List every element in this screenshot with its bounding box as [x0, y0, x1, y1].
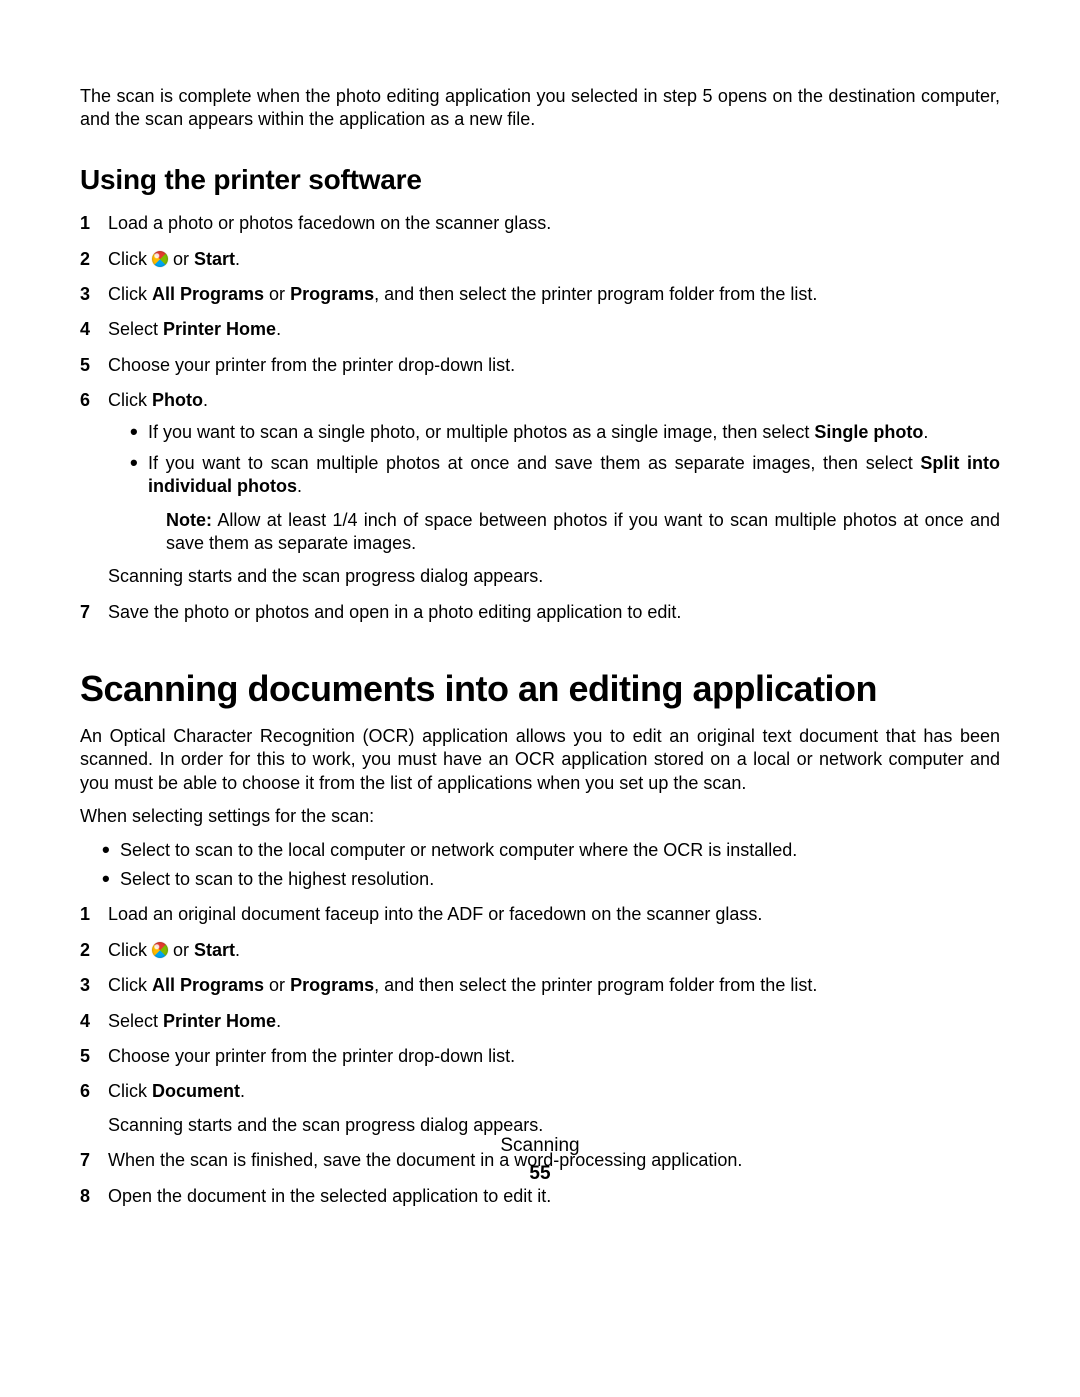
bullet-text: Select to scan to the local computer or … — [120, 840, 797, 860]
step-text: . — [240, 1081, 245, 1101]
step-text: Choose your printer from the printer dro… — [108, 355, 515, 375]
step-text: . — [203, 390, 208, 410]
bullet-text: . — [297, 476, 302, 496]
note-label: Note: — [166, 510, 212, 530]
step-item: Select Printer Home. — [80, 318, 1000, 341]
bold-text: Printer Home — [163, 319, 276, 339]
step-item: Load an original document faceup into th… — [80, 903, 1000, 926]
step-text: . — [235, 249, 240, 269]
bold-text: All Programs — [152, 975, 264, 995]
step-item: Choose your printer from the printer dro… — [80, 1045, 1000, 1068]
step-text: Click — [108, 390, 152, 410]
step-text: Select — [108, 319, 163, 339]
bullet-item: Select to scan to the local computer or … — [102, 839, 1000, 862]
bold-text: Single photo — [814, 422, 923, 442]
bold-text: Programs — [290, 975, 374, 995]
step-item: Click All Programs or Programs, and then… — [80, 974, 1000, 997]
step-item: Choose your printer from the printer dro… — [80, 354, 1000, 377]
step-text: or — [168, 940, 194, 960]
step-text: Open the document in the selected applic… — [108, 1186, 551, 1206]
page-footer: Scanning 55 — [0, 1134, 1080, 1187]
page-number: 55 — [0, 1162, 1080, 1187]
step-item: Open the document in the selected applic… — [80, 1185, 1000, 1208]
step-item: Click Photo. If you want to scan a singl… — [80, 389, 1000, 589]
subheading-using-printer-software: Using the printer software — [80, 162, 1000, 198]
paragraph: An Optical Character Recognition (OCR) a… — [80, 725, 1000, 795]
sub-bullets: If you want to scan a single photo, or m… — [130, 421, 1000, 556]
windows-start-orb-icon — [152, 942, 168, 958]
note-block: Note: Allow at least 1/4 inch of space b… — [166, 509, 1000, 556]
bullet-item: If you want to scan a single photo, or m… — [130, 421, 1000, 444]
step-text: Click — [108, 940, 152, 960]
bold-text: Programs — [290, 284, 374, 304]
step-item: Click All Programs or Programs, and then… — [80, 283, 1000, 306]
bold-text: Start — [194, 940, 235, 960]
step-text: or — [264, 975, 290, 995]
step-text: Load an original document faceup into th… — [108, 904, 762, 924]
bullet-item: If you want to scan multiple photos at o… — [130, 452, 1000, 556]
step-text: , and then select the printer program fo… — [374, 284, 817, 304]
windows-start-orb-icon — [152, 251, 168, 267]
document-page: The scan is complete when the photo edit… — [0, 0, 1080, 1397]
step-text: Load a photo or photos facedown on the s… — [108, 213, 551, 233]
step-text: Click — [108, 249, 152, 269]
bold-text: Photo — [152, 390, 203, 410]
step-text: Select — [108, 1011, 163, 1031]
step-text: . — [276, 1011, 281, 1031]
step-followup-text: Scanning starts and the scan progress di… — [108, 565, 1000, 588]
heading-scanning-documents: Scanning documents into an editing appli… — [80, 666, 1000, 713]
step-text: . — [276, 319, 281, 339]
step-text: Click — [108, 975, 152, 995]
step-item: Select Printer Home. — [80, 1010, 1000, 1033]
step-text: Click — [108, 284, 152, 304]
note-text: Allow at least 1/4 inch of space between… — [166, 510, 1000, 553]
step-text: or — [264, 284, 290, 304]
step-item: Click or Start. — [80, 248, 1000, 271]
step-text: . — [235, 940, 240, 960]
paragraph: When selecting settings for the scan: — [80, 805, 1000, 828]
step-text: , and then select the printer program fo… — [374, 975, 817, 995]
bullet-text: Select to scan to the highest resolution… — [120, 869, 434, 889]
footer-section-label: Scanning — [0, 1134, 1080, 1159]
step-item: Click Document. Scanning starts and the … — [80, 1080, 1000, 1137]
bold-text: Start — [194, 249, 235, 269]
bullet-item: Select to scan to the highest resolution… — [102, 868, 1000, 891]
step-item: Save the photo or photos and open in a p… — [80, 601, 1000, 624]
step-item: Click or Start. — [80, 939, 1000, 962]
bold-text: All Programs — [152, 284, 264, 304]
step-text: Click — [108, 1081, 152, 1101]
step-text: or — [168, 249, 194, 269]
bullet-text: . — [923, 422, 928, 442]
bullet-text: If you want to scan multiple photos at o… — [148, 453, 920, 473]
step-item: Load a photo or photos facedown on the s… — [80, 212, 1000, 235]
step-text: Choose your printer from the printer dro… — [108, 1046, 515, 1066]
bold-text: Printer Home — [163, 1011, 276, 1031]
bold-text: Document — [152, 1081, 240, 1101]
bullets-list: Select to scan to the local computer or … — [102, 839, 1000, 892]
intro-paragraph: The scan is complete when the photo edit… — [80, 85, 1000, 132]
bullet-text: If you want to scan a single photo, or m… — [148, 422, 814, 442]
steps-list-1: Load a photo or photos facedown on the s… — [80, 212, 1000, 624]
step-text: Save the photo or photos and open in a p… — [108, 602, 681, 622]
